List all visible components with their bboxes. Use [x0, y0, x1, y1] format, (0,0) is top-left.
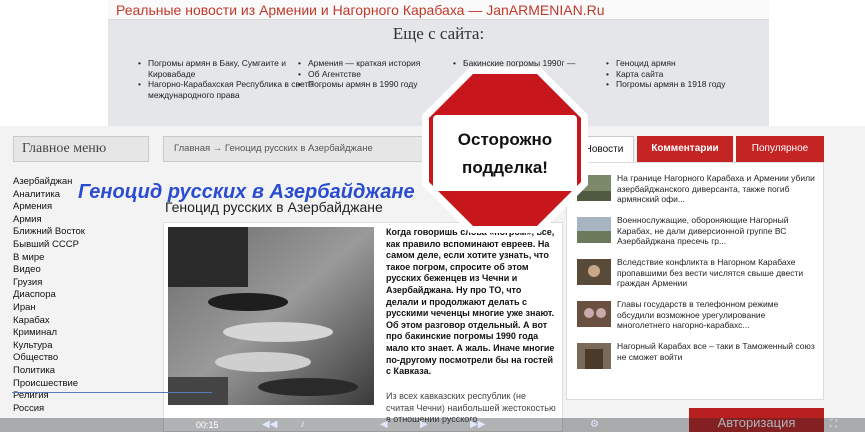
- more-title: Еще с сайта:: [392, 24, 485, 43]
- menu-item[interactable]: Видео: [13, 264, 85, 277]
- main-menu-header: Главное меню: [13, 136, 149, 162]
- menu-item[interactable]: Происшествие: [13, 378, 85, 391]
- menu-item[interactable]: Диаспора: [13, 289, 85, 302]
- list-item[interactable]: Нагорный Карабах все – таки в Таможенный…: [577, 341, 817, 373]
- article-title: Геноцид русских в Азербайджане: [165, 199, 383, 215]
- menu-item[interactable]: Бывший СССР: [13, 239, 85, 252]
- more-column-1: Погромы армян в Баку, Сумгаите и Кироваб…: [138, 58, 318, 100]
- rewind-icon[interactable]: ◀◀: [262, 419, 277, 430]
- stop-sign-line2: подделка!: [462, 158, 548, 177]
- news-headline[interactable]: Вследствие конфликта в Нагорном Карабахе…: [617, 257, 817, 289]
- menu-item[interactable]: Аналитика: [13, 189, 85, 202]
- stop-sign-icon: Осторожно подделка!: [422, 67, 588, 233]
- news-headline[interactable]: Нагорный Карабах все – таки в Таможенный…: [617, 341, 817, 362]
- tab-comments[interactable]: Комментарии: [637, 136, 733, 162]
- menu-item[interactable]: Ближний Восток: [13, 226, 85, 239]
- menu-item[interactable]: Грузия: [13, 277, 85, 290]
- news-thumbnail: [577, 259, 611, 285]
- news-list: На границе Нагорного Карабаха и Армении …: [566, 162, 824, 400]
- more-column-4: Геноцид армян Карта сайта Погромы армян …: [606, 58, 756, 90]
- news-thumbnail: [577, 301, 611, 327]
- article-lead: Когда говоришь слова «погром», все, как …: [386, 227, 555, 377]
- menu-item[interactable]: Общество: [13, 352, 85, 365]
- progress-line: [12, 392, 212, 393]
- list-item[interactable]: Главы государств в телефонном режиме обс…: [577, 299, 817, 331]
- player-time: 00:15: [196, 420, 219, 430]
- breadcrumb[interactable]: Главная → Геноцид русских в Азербайджане: [163, 136, 428, 162]
- video-player-bar[interactable]: 00:15 ◀◀ ♪ ◀ ▶ ▶▶ ⚙ ⛶: [0, 392, 865, 432]
- menu-item[interactable]: Криминал: [13, 327, 85, 340]
- news-headline[interactable]: Главы государств в телефонном режиме обс…: [617, 299, 817, 331]
- list-item[interactable]: Вследствие конфликта в Нагорном Карабахе…: [577, 257, 817, 289]
- list-item[interactable]: На границе Нагорного Карабаха и Армении …: [577, 173, 817, 205]
- more-link[interactable]: Погромы армян в Баку, Сумгаите и Кироваб…: [138, 58, 318, 79]
- menu-item[interactable]: Иран: [13, 302, 85, 315]
- menu-item[interactable]: Армия: [13, 214, 85, 227]
- play-icon[interactable]: ▶: [420, 419, 428, 430]
- menu-item[interactable]: Россия: [13, 403, 85, 416]
- stop-sign-line1: Осторожно: [458, 130, 552, 149]
- more-link[interactable]: Нагорно-Карабахская Республика в свете м…: [138, 79, 318, 100]
- menu-item[interactable]: Политика: [13, 365, 85, 378]
- menu-item[interactable]: Карабах: [13, 315, 85, 328]
- more-link[interactable]: Геноцид армян: [606, 58, 756, 69]
- menu-item[interactable]: В мире: [13, 252, 85, 265]
- more-link[interactable]: Карта сайта: [606, 69, 756, 80]
- menu-item[interactable]: Азербайджан: [13, 176, 85, 189]
- menu-item[interactable]: Культура: [13, 340, 85, 353]
- news-tabs: Новости Комментарии Популярное: [574, 136, 824, 162]
- prev-icon[interactable]: ◀: [380, 419, 388, 430]
- tab-popular[interactable]: Популярное: [736, 136, 824, 162]
- news-headline[interactable]: На границе Нагорного Карабаха и Армении …: [617, 173, 817, 205]
- news-thumbnail: [577, 343, 611, 369]
- list-item[interactable]: Военнослужащие, обороняющие Нагорный Кар…: [577, 215, 817, 247]
- fullscreen-icon[interactable]: ⛶: [830, 419, 837, 430]
- article-photo: [168, 227, 374, 405]
- menu-item[interactable]: Армения: [13, 201, 85, 214]
- site-banner[interactable]: Реальные новости из Армении и Нагорного …: [108, 0, 769, 20]
- next-icon[interactable]: ▶▶: [470, 419, 485, 430]
- article-body: Когда говоришь слова «погром», все, как …: [163, 222, 563, 432]
- more-link[interactable]: Погромы армян в 1918 году: [606, 79, 756, 90]
- settings-icon[interactable]: ⚙: [590, 419, 599, 430]
- main-menu-list: Азербайджан Аналитика Армения Армия Ближ…: [13, 176, 85, 415]
- volume-icon[interactable]: ♪: [300, 419, 305, 430]
- news-headline[interactable]: Военнослужащие, обороняющие Нагорный Кар…: [617, 215, 817, 247]
